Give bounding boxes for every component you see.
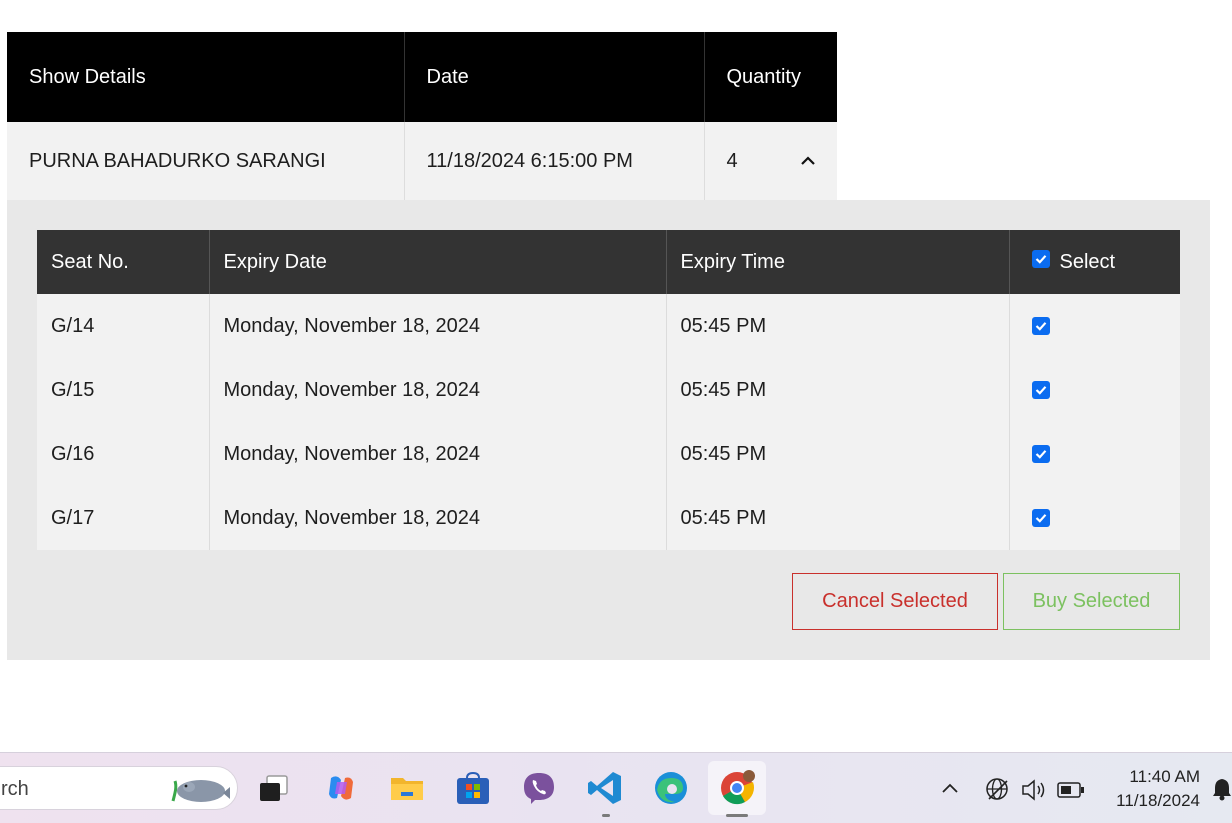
header-show-details: Show Details <box>7 32 405 122</box>
booking-row[interactable]: PURNA BAHADURKO SARANGI 11/18/2024 6:15:… <box>7 122 837 200</box>
manatee-icon <box>167 771 231 812</box>
select-all-checkbox[interactable] <box>1031 250 1050 269</box>
header-seat-no: Seat No. <box>37 230 210 294</box>
clock-date: 11/18/2024 <box>1116 791 1200 810</box>
expiry-time: 05:45 PM <box>666 486 1010 550</box>
chrome-running-indicator <box>726 814 748 817</box>
microsoft-store-icon[interactable] <box>455 770 491 806</box>
select-cell <box>1009 422 1180 486</box>
seat-checkbox[interactable] <box>1031 444 1050 463</box>
seat-header-row: Seat No. Expiry Date Expiry Time Select <box>37 230 1180 294</box>
quantity-cell: 4 <box>704 122 837 200</box>
header-date: Date <box>404 32 705 122</box>
seat-checkbox[interactable] <box>1031 508 1050 527</box>
notification-bell-icon[interactable] <box>1212 777 1232 806</box>
expiry-time: 05:45 PM <box>666 294 1010 358</box>
expiry-date: Monday, November 18, 2024 <box>209 486 667 550</box>
battery-icon[interactable] <box>1057 780 1085 805</box>
cancel-selected-button[interactable]: Cancel Selected <box>792 573 998 630</box>
booking-header-row: Show Details Date Quantity <box>7 32 837 122</box>
select-cell <box>1009 358 1180 422</box>
booking-table: Show Details Date Quantity PURNA BAHADUR… <box>7 32 837 200</box>
taskbar-search-box[interactable]: rch <box>0 766 238 810</box>
seat-checkbox[interactable] <box>1031 316 1050 335</box>
volume-icon[interactable] <box>1020 777 1048 808</box>
chevron-up-icon[interactable] <box>797 150 819 172</box>
quantity-value: 4 <box>726 149 738 172</box>
seat-table: Seat No. Expiry Date Expiry Time Select … <box>37 230 1180 550</box>
globe-icon[interactable] <box>985 777 1011 808</box>
table-row: G/14 Monday, November 18, 2024 05:45 PM <box>37 294 1180 358</box>
vscode-icon[interactable] <box>587 770 623 806</box>
edge-icon[interactable] <box>653 770 689 806</box>
table-row: G/17 Monday, November 18, 2024 05:45 PM <box>37 486 1180 550</box>
viber-icon[interactable] <box>521 770 557 806</box>
header-expiry-time: Expiry Time <box>666 230 1010 294</box>
expiry-date: Monday, November 18, 2024 <box>209 294 667 358</box>
seat-number: G/14 <box>37 294 210 358</box>
select-cell <box>1009 486 1180 550</box>
show-date: 11/18/2024 6:15:00 PM <box>404 122 705 200</box>
buy-selected-button[interactable]: Buy Selected <box>1003 573 1180 630</box>
show-name: PURNA BAHADURKO SARANGI <box>7 122 405 200</box>
seat-detail-panel: Seat No. Expiry Date Expiry Time Select … <box>7 200 1210 660</box>
table-row: G/16 Monday, November 18, 2024 05:45 PM <box>37 422 1180 486</box>
header-expiry-date: Expiry Date <box>209 230 667 294</box>
seat-number: G/17 <box>37 486 210 550</box>
search-placeholder: rch <box>1 778 29 800</box>
taskbar: rch 11:40 AM 11/18/2024 <box>0 752 1232 823</box>
expiry-time: 05:45 PM <box>666 422 1010 486</box>
copilot-icon[interactable] <box>323 770 359 806</box>
header-select: Select <box>1009 230 1180 294</box>
expiry-date: Monday, November 18, 2024 <box>209 358 667 422</box>
task-view-icon[interactable] <box>256 770 292 806</box>
seat-number: G/16 <box>37 422 210 486</box>
system-clock[interactable]: 11:40 AM 11/18/2024 <box>1100 765 1200 813</box>
vscode-running-indicator <box>602 814 610 817</box>
clock-time: 11:40 AM <box>1129 767 1200 786</box>
expiry-time: 05:45 PM <box>666 358 1010 422</box>
select-label: Select <box>1059 250 1116 273</box>
seat-checkbox[interactable] <box>1031 380 1050 399</box>
chrome-icon[interactable] <box>719 770 755 806</box>
header-quantity: Quantity <box>704 32 837 122</box>
table-row: G/15 Monday, November 18, 2024 05:45 PM <box>37 358 1180 422</box>
chevron-up-icon[interactable] <box>940 779 960 804</box>
file-explorer-icon[interactable] <box>389 770 425 806</box>
expiry-date: Monday, November 18, 2024 <box>209 422 667 486</box>
seat-number: G/15 <box>37 358 210 422</box>
select-cell <box>1009 294 1180 358</box>
